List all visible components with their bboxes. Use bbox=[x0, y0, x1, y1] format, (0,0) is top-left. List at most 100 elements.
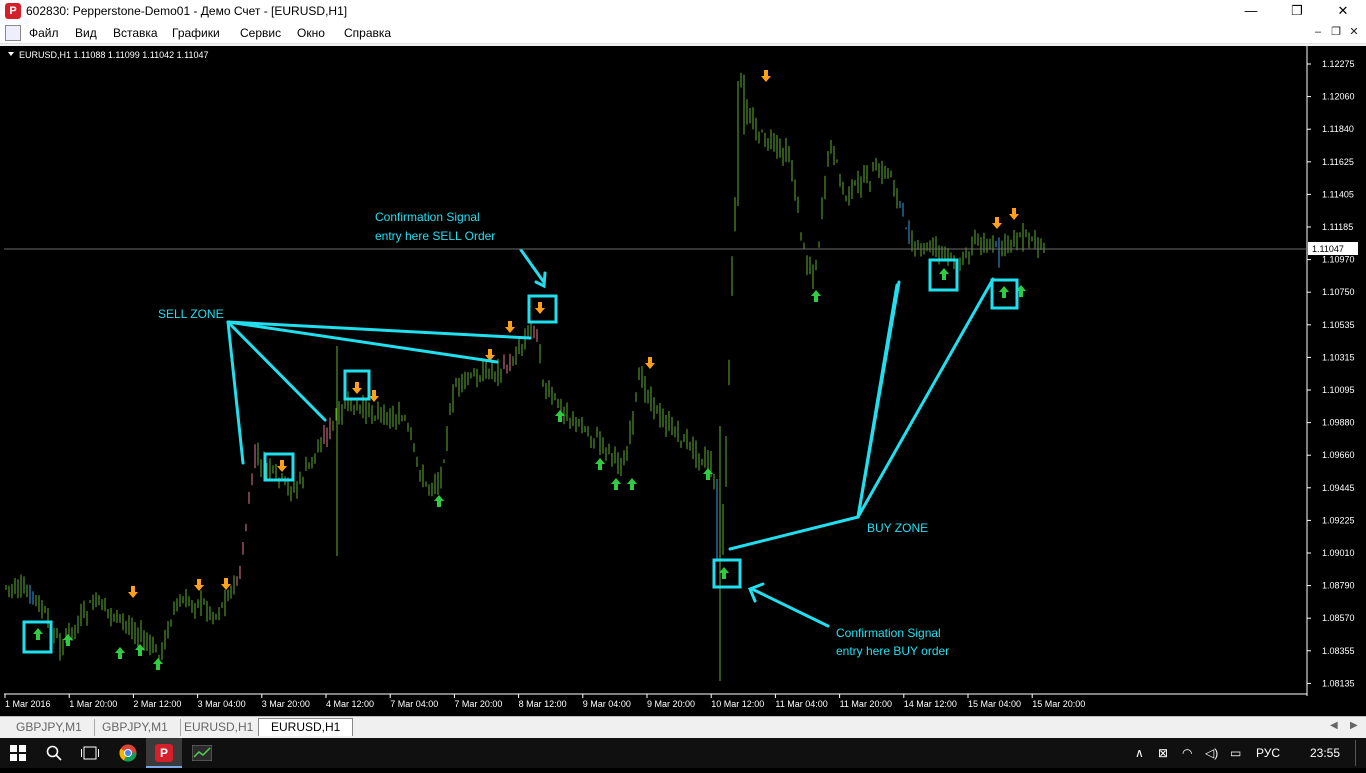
callout-line bbox=[728, 515, 860, 551]
buy-signal-arrow bbox=[434, 495, 444, 507]
signal-arrows bbox=[33, 70, 1026, 670]
window-title-bar[interactable]: P 602830: Pepperstone-Demo01 - Демо Счет… bbox=[0, 0, 1366, 23]
price-tick-label: 1.11840 bbox=[1322, 124, 1354, 134]
buy-confirm-text-1: Confirmation Signal bbox=[836, 626, 941, 640]
tab-gbpjpy-m1-a[interactable]: GBPJPY,M1 bbox=[4, 719, 95, 736]
maximize-button[interactable]: ❐ bbox=[1274, 0, 1320, 22]
tab-eurusd-h1-a[interactable]: EURUSD,H1 bbox=[172, 719, 267, 736]
sell-signal-arrow bbox=[352, 382, 362, 394]
buy-signal-arrow bbox=[939, 268, 949, 280]
time-tick-label: 9 Mar 20:00 bbox=[647, 699, 695, 709]
tray-expand-icon[interactable]: ∧ bbox=[1135, 746, 1144, 760]
search-icon[interactable] bbox=[36, 738, 72, 768]
notification-icon[interactable]: ▭ bbox=[1230, 746, 1241, 760]
time-tick-label: 10 Mar 12:00 bbox=[711, 699, 764, 709]
chart-window-icon[interactable] bbox=[5, 25, 21, 41]
pepperstone-app-icon: P bbox=[5, 3, 21, 19]
price-chart[interactable]: 1.12275 1.12060 1.11840 1.11625 1.11405 1.111… bbox=[0, 46, 1366, 716]
close-button[interactable]: ✕ bbox=[1320, 0, 1366, 22]
time-tick-label: 7 Mar 04:00 bbox=[390, 699, 438, 709]
network-icon[interactable]: ⊠ bbox=[1158, 746, 1168, 760]
tab-eurusd-h1-b[interactable]: EURUSD,H1 bbox=[258, 718, 354, 736]
price-tick-label: 1.10315 bbox=[1322, 352, 1355, 362]
system-clock[interactable]: 23:55 bbox=[1310, 746, 1340, 760]
buy-signal-arrow bbox=[115, 647, 125, 659]
sell-signal-arrow bbox=[277, 460, 287, 472]
menu-help[interactable]: Справка bbox=[344, 26, 391, 40]
price-tick-label: 1.08355 bbox=[1322, 646, 1355, 656]
menu-charts[interactable]: Графики bbox=[172, 26, 220, 40]
pepperstone-taskbar-icon[interactable]: P bbox=[146, 738, 182, 768]
price-tick-label: 1.12060 bbox=[1322, 92, 1355, 102]
menu-tools[interactable]: Сервис bbox=[240, 26, 281, 40]
time-tick-label: 3 Mar 04:00 bbox=[198, 699, 246, 709]
buy-signal-arrow bbox=[811, 290, 821, 302]
time-tick-label: 15 Mar 20:00 bbox=[1032, 699, 1085, 709]
callout-arrow-line bbox=[519, 248, 545, 283]
minimize-button[interactable]: — bbox=[1228, 0, 1274, 22]
price-tick-label: 1.10750 bbox=[1322, 287, 1355, 297]
input-language[interactable]: РУС bbox=[1256, 746, 1280, 760]
menu-view[interactable]: Вид bbox=[75, 26, 97, 40]
time-axis: 1 Mar 2016 1 Mar 20:00 2 Mar 12:00 3 Mar 04… bbox=[4, 694, 1085, 709]
sell-signal-arrow bbox=[761, 70, 771, 82]
mdi-close-button[interactable]: ✕ bbox=[1346, 25, 1362, 40]
time-tick-label: 15 Mar 04:00 bbox=[968, 699, 1021, 709]
chart-menu-triangle-icon bbox=[8, 52, 14, 56]
wifi-icon[interactable]: ◠ bbox=[1182, 746, 1192, 760]
time-tick-label: 11 Mar 04:00 bbox=[775, 699, 827, 709]
tab-gbpjpy-m1-b[interactable]: GBPJPY,M1 bbox=[90, 719, 181, 736]
chart-tabs: GBPJPY,M1 GBPJPY,M1 EURUSD,H1 EURUSD,H1 … bbox=[0, 716, 1366, 738]
price-tick-label: 1.12275 bbox=[1322, 59, 1355, 69]
sell-signal-arrow bbox=[1009, 208, 1019, 220]
time-tick-label: 1 Mar 2016 bbox=[5, 699, 51, 709]
callout-line bbox=[226, 320, 245, 465]
sell-signal-arrow bbox=[505, 321, 515, 333]
time-tick-label: 11 Mar 20:00 bbox=[840, 699, 892, 709]
chart-window[interactable]: 1.12275 1.12060 1.11840 1.11625 1.11405 1.111… bbox=[0, 46, 1366, 716]
buy-signal-arrow bbox=[595, 458, 605, 470]
menu-window[interactable]: Окно bbox=[297, 26, 325, 40]
menu-file[interactable]: Файл bbox=[29, 26, 59, 40]
tab-scroll-left-icon[interactable]: ◀ bbox=[1330, 720, 1338, 731]
mdi-restore-button[interactable]: ❐ bbox=[1328, 25, 1344, 40]
chrome-icon[interactable] bbox=[110, 738, 146, 768]
volume-icon[interactable]: ◁) bbox=[1205, 746, 1218, 760]
mdi-minimize-button[interactable]: – bbox=[1310, 25, 1326, 40]
buy-signal-arrow bbox=[627, 478, 637, 490]
sell-signal-arrow bbox=[128, 586, 138, 598]
buy-signal-arrow bbox=[999, 286, 1009, 298]
sell-signal-arrow bbox=[535, 302, 545, 314]
candle-series bbox=[5, 72, 1045, 681]
task-view-icon[interactable] bbox=[72, 738, 108, 768]
sell-signal-arrow bbox=[645, 357, 655, 369]
terminal-app-icon[interactable] bbox=[184, 738, 220, 768]
time-tick-label: 3 Mar 20:00 bbox=[262, 699, 310, 709]
price-tick-label: 1.10095 bbox=[1322, 385, 1355, 395]
annotation-lines bbox=[226, 248, 995, 628]
callout-line bbox=[226, 320, 327, 422]
window-title: 602830: Pepperstone-Demo01 - Демо Счет -… bbox=[26, 4, 348, 18]
buy-signal-arrow bbox=[611, 478, 621, 490]
price-tick-label: 1.08135 bbox=[1322, 678, 1355, 688]
menu-insert[interactable]: Вставка bbox=[113, 26, 158, 40]
sell-confirm-text-2: entry here SELL Order bbox=[375, 229, 495, 243]
tab-scroll-right-icon[interactable]: ▶ bbox=[1350, 720, 1358, 731]
sell-signal-arrow bbox=[221, 578, 231, 590]
price-tick-label: 1.09225 bbox=[1322, 515, 1355, 525]
buy-zone-label: BUY ZONE bbox=[867, 521, 928, 535]
price-tick-label: 1.09445 bbox=[1322, 483, 1355, 493]
price-tick-label: 1.11625 bbox=[1322, 157, 1354, 167]
price-tick-label: 1.09880 bbox=[1322, 418, 1355, 428]
price-tick-label: 1.10970 bbox=[1322, 255, 1355, 265]
callout-arrow-line bbox=[750, 587, 830, 628]
time-tick-label: 1 Mar 20:00 bbox=[69, 699, 117, 709]
time-tick-label: 14 Mar 12:00 bbox=[904, 699, 957, 709]
windows-start-icon[interactable] bbox=[0, 738, 36, 768]
show-desktop-button[interactable] bbox=[1355, 740, 1366, 766]
buy-signal-arrow bbox=[33, 628, 43, 640]
time-tick-label: 7 Mar 20:00 bbox=[454, 699, 502, 709]
windows-taskbar: P ∧ ⊠ ◠ ◁) ▭ РУС 23:55 bbox=[0, 738, 1366, 768]
price-tick-label: 1.08570 bbox=[1322, 613, 1355, 623]
sell-signal-arrow bbox=[194, 579, 204, 591]
